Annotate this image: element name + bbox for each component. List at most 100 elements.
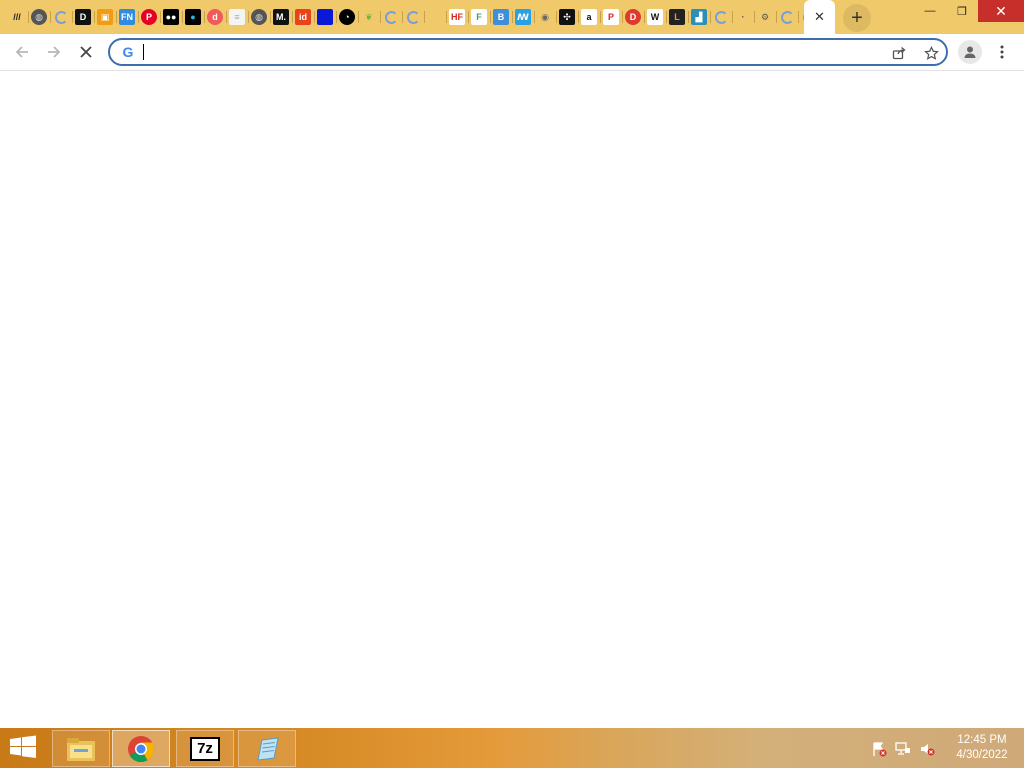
notepad-icon <box>257 736 279 761</box>
taskbar-chrome[interactable] <box>112 730 170 767</box>
browser-tab[interactable]: D <box>622 5 644 29</box>
restore-button[interactable]: ❐ <box>946 0 978 22</box>
browser-tab[interactable]: ●● <box>160 5 182 29</box>
browser-tab[interactable]: L <box>666 5 688 29</box>
page-content <box>0 71 1024 728</box>
active-tab[interactable]: ✕ <box>804 0 835 34</box>
loading-spinner-icon <box>406 10 420 24</box>
id-logo-icon: id <box>295 9 311 25</box>
browser-tab[interactable]: ◍ <box>28 5 50 29</box>
browser-tab[interactable]: HF <box>446 5 468 29</box>
chrome-icon <box>128 735 155 762</box>
browser-tab[interactable]: ✣ <box>556 5 578 29</box>
volume-tray[interactable] <box>918 740 936 758</box>
browser-tab[interactable]: B <box>490 5 512 29</box>
p-target-icon: P <box>603 9 619 25</box>
clock-time: 12:45 PM <box>957 734 1007 746</box>
browser-tab[interactable]: ◉ <box>534 5 556 29</box>
new-tab-button[interactable]: + <box>843 4 871 32</box>
network-tray[interactable] <box>894 740 912 758</box>
browser-tab[interactable] <box>380 5 402 29</box>
browser-tab[interactable]: M. <box>270 5 292 29</box>
network-icon <box>895 742 910 755</box>
browser-tab[interactable]: ⚙ <box>754 5 776 29</box>
browser-tab[interactable]: FN <box>116 5 138 29</box>
browser-tab[interactable] <box>424 5 446 29</box>
browser-tab[interactable]: ● <box>182 5 204 29</box>
address-input[interactable] <box>148 42 848 62</box>
browser-tab[interactable]: /// <box>6 5 28 29</box>
close-window-button[interactable]: ✕ <box>978 0 1024 22</box>
file-explorer-icon <box>67 737 95 761</box>
tab-list: ///◍ D ▣ FN P ●● ● d ≡ ◍ M. id ◔ ❦ HF F B ꟿ ◉ ✣ a P D W L ▟ · ⚙ <box>6 5 820 29</box>
system-clock[interactable]: 12:45 PM 4/30/2022 <box>946 733 1018 763</box>
menu-button[interactable] <box>994 40 1010 64</box>
start-button[interactable] <box>8 735 40 761</box>
amazon-icon: a <box>581 9 597 25</box>
loading-spinner-icon <box>714 10 728 24</box>
document-icon: ≡ <box>229 9 245 25</box>
pinterest-icon: P <box>141 9 157 25</box>
share-button[interactable] <box>888 42 910 64</box>
browser-tab[interactable]: P <box>138 5 160 29</box>
browser-tab[interactable]: ▟ <box>688 5 710 29</box>
browser-tab[interactable]: · <box>732 5 754 29</box>
browser-tab[interactable]: D <box>72 5 94 29</box>
b-logo-icon: B <box>493 9 509 25</box>
close-tab-icon[interactable]: ✕ <box>814 9 825 25</box>
globe-icon: ◍ <box>251 9 267 25</box>
dot-icon: · <box>741 12 745 22</box>
minimize-button[interactable]: — <box>914 0 946 22</box>
browser-tab[interactable]: P <box>600 5 622 29</box>
browser-tab[interactable]: W <box>644 5 666 29</box>
d-red-icon: D <box>625 9 641 25</box>
google-icon: G <box>122 44 134 60</box>
7zip-label: 7z <box>197 740 213 757</box>
browser-tab[interactable]: ▣ <box>94 5 116 29</box>
7zip-icon: 7z <box>190 736 220 761</box>
taskbar-file-explorer[interactable] <box>52 730 110 767</box>
browser-tab[interactable]: ≡ <box>226 5 248 29</box>
blank-icon <box>427 9 443 25</box>
taskbar-7zip[interactable]: 7z <box>176 730 234 767</box>
taskbar-notepad[interactable] <box>238 730 296 767</box>
browser-tab[interactable]: a <box>578 5 600 29</box>
browser-tab[interactable] <box>710 5 732 29</box>
window-controls: — ❐ ✕ <box>914 0 1024 22</box>
profile-button[interactable] <box>958 40 982 64</box>
browser-tab[interactable] <box>776 5 798 29</box>
browser-tab[interactable]: ◍ <box>248 5 270 29</box>
loading-spinner-icon <box>384 10 398 24</box>
volume-muted-icon <box>921 744 935 756</box>
blue-square-icon <box>317 9 333 25</box>
clock-date: 4/30/2022 <box>956 749 1008 761</box>
bookmark-button[interactable] <box>920 42 942 64</box>
windows-logo-icon <box>10 735 36 758</box>
browser-tab[interactable]: ❦ <box>358 5 380 29</box>
browser-tab[interactable]: F <box>468 5 490 29</box>
browser-tab[interactable]: ꟿ <box>512 5 534 29</box>
browser-tab[interactable] <box>402 5 424 29</box>
d-circle-icon: d <box>207 9 223 25</box>
compass-icon: ✣ <box>559 9 575 25</box>
slashes-icon: /// <box>13 12 21 22</box>
stop-loading-icon <box>80 46 92 58</box>
action-center-tray[interactable] <box>870 740 888 758</box>
browser-tab[interactable]: id <box>292 5 314 29</box>
browser-tab[interactable] <box>314 5 336 29</box>
d-logo-icon: D <box>75 9 91 25</box>
pacman-logo-icon: ◔ <box>339 9 355 25</box>
forward-button[interactable] <box>40 38 68 66</box>
loading-spinner-icon <box>780 10 794 24</box>
taskbar: 7z 12:45 PM 4/30/2022 <box>0 728 1024 768</box>
browser-tab[interactable]: d <box>204 5 226 29</box>
wikipedia-icon: W <box>647 9 663 25</box>
browser-tab[interactable] <box>50 5 72 29</box>
stop-button[interactable] <box>72 38 100 66</box>
browser-tab[interactable]: ◔ <box>336 5 358 29</box>
address-bar[interactable]: G <box>108 38 948 66</box>
back-button[interactable] <box>8 38 36 66</box>
l-logo-icon: L <box>669 9 685 25</box>
image-icon: ▣ <box>97 9 113 25</box>
wave-logo-icon: ꟿ <box>515 9 531 25</box>
